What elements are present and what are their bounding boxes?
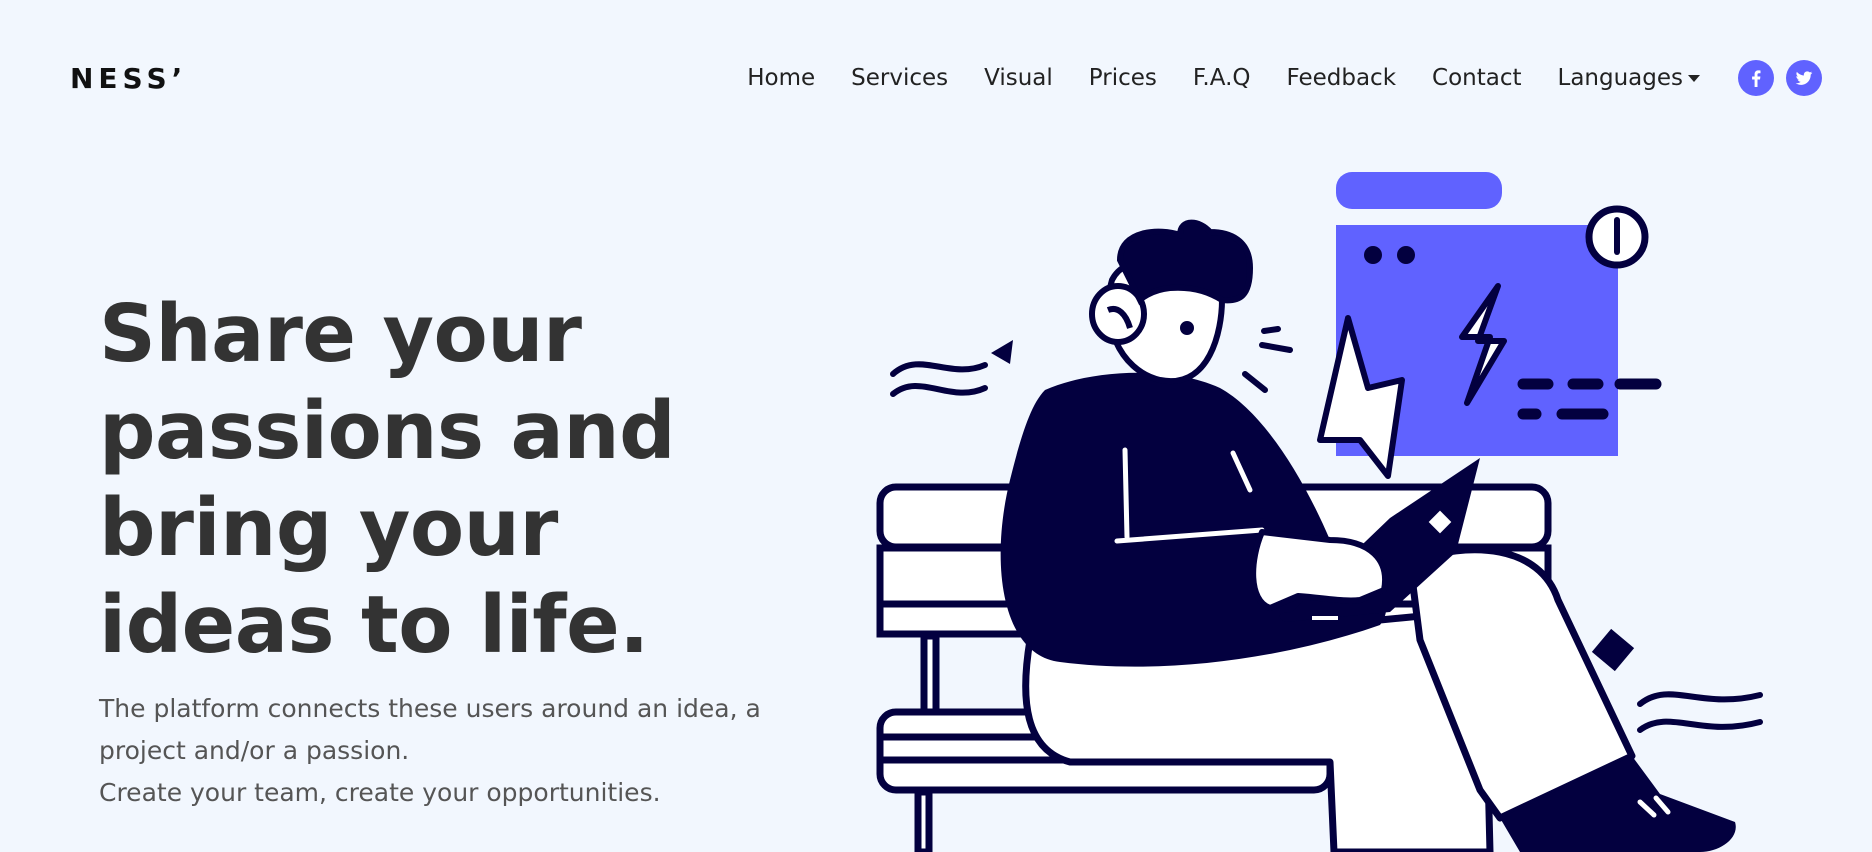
laptop-logo-icon (1428, 510, 1452, 534)
person-legs (1022, 546, 1636, 852)
squiggle-decoration (890, 361, 1763, 733)
nav-prices[interactable]: Prices (1089, 65, 1157, 91)
person-torso (1000, 372, 1387, 667)
twitter-icon (1795, 71, 1813, 85)
nav-services[interactable]: Services (851, 65, 948, 91)
motion-lines (1242, 326, 1293, 393)
hero-description-line-2: Create your team, create your opportunit… (99, 778, 661, 807)
brand-logo[interactable]: NESS’ (70, 62, 187, 95)
lightning-bolt-icon (1317, 315, 1405, 479)
shoe-graphic (1500, 756, 1736, 852)
nav-languages-label: Languages (1557, 65, 1684, 91)
bench-graphic (876, 483, 1552, 852)
nav-visual[interactable]: Visual (984, 65, 1053, 91)
nav-home[interactable]: Home (747, 65, 815, 91)
facebook-link[interactable] (1738, 60, 1774, 96)
person-hand (1250, 529, 1389, 611)
triangle-decoration (991, 340, 1013, 364)
hero-description-line-1: The platform connects these users around… (99, 694, 761, 765)
diamond-decoration (1591, 628, 1635, 672)
laptop-graphic (1279, 458, 1480, 622)
hero-description: The platform connects these users around… (99, 688, 799, 814)
main-nav: Home Services Visual Prices F.A.Q Feedba… (747, 60, 1822, 96)
shoe-laces (1637, 795, 1671, 818)
twitter-link[interactable] (1786, 60, 1822, 96)
torso-lines (1114, 447, 1265, 544)
nav-faq[interactable]: F.A.Q (1193, 65, 1251, 91)
nav-languages-dropdown[interactable]: Languages (1557, 65, 1700, 91)
person-head (1089, 219, 1254, 385)
hero-title: Share your passions and bring your ideas… (99, 288, 676, 671)
facebook-icon (1752, 70, 1761, 87)
nav-contact[interactable]: Contact (1432, 65, 1521, 91)
caret-down-icon (1688, 75, 1700, 82)
app-window-graphic (1336, 172, 1662, 456)
nav-feedback[interactable]: Feedback (1286, 65, 1396, 91)
